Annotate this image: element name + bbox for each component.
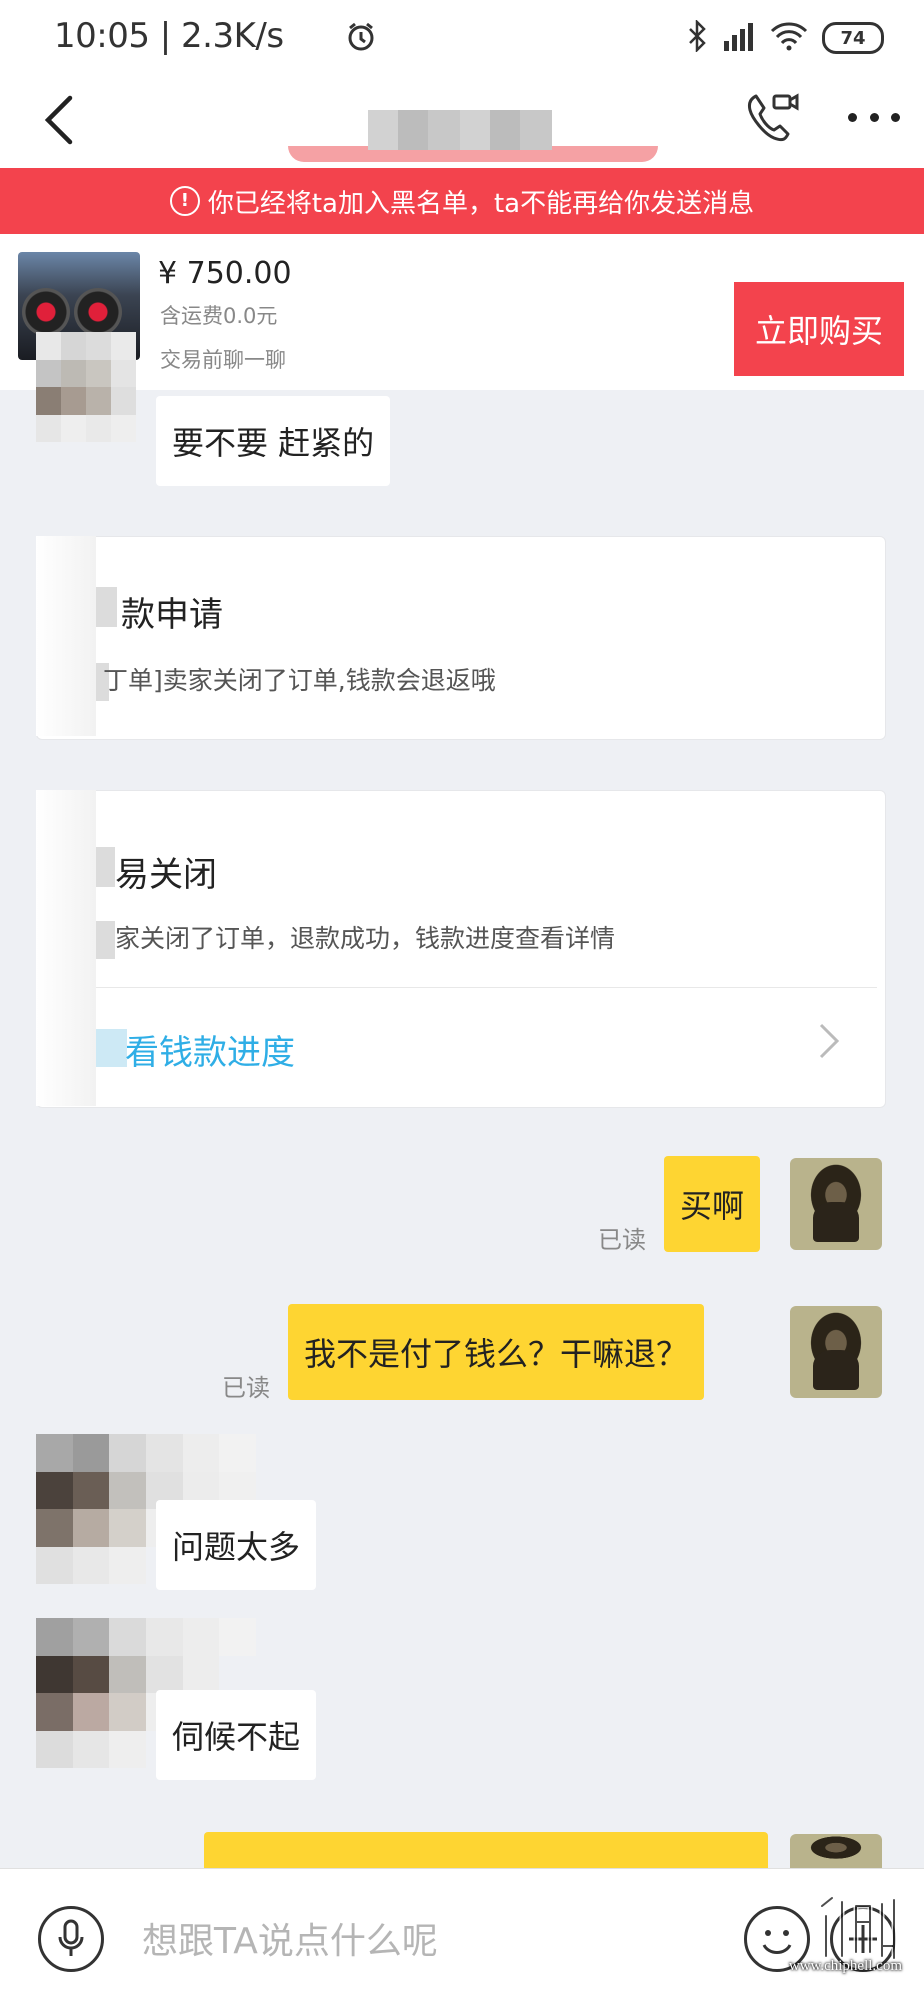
chevron-right-icon[interactable]	[817, 1021, 841, 1070]
dot-icon	[891, 112, 900, 122]
message-text: 要不要 赶紧的	[172, 424, 375, 462]
read-receipt: 已读	[222, 1374, 270, 1402]
chevron-left-icon	[44, 95, 73, 145]
message-bubble[interactable]: 我不是付了钱么？干嘛退？	[288, 1304, 705, 1400]
voice-input-button[interactable]	[38, 1906, 104, 1972]
read-receipt: 已读	[598, 1226, 646, 1254]
status-time: 10:05 | 2.3K/s	[54, 16, 284, 56]
message-text: 买啊	[680, 1187, 745, 1225]
phone-video-icon	[748, 93, 799, 142]
view-refund-progress-link[interactable]: 看钱款进度	[125, 1025, 295, 1074]
contact-name-redacted	[368, 110, 552, 150]
status-icons: 74	[348, 18, 884, 58]
banner-text: 你已经将ta加入黑名单，ta不能再给你发送消息	[207, 188, 755, 219]
wifi-icon	[770, 21, 808, 55]
trade-closed-card[interactable]: 易关闭 家关闭了订单，退款成功，钱款进度查看详情 看钱款进度	[36, 790, 886, 1108]
product-price: ¥ 750.00	[158, 256, 292, 291]
message-bubble[interactable]: 伺候不起	[156, 1690, 317, 1780]
refund-request-card[interactable]: 款申请 丁单]卖家关闭了订单,钱款会退返哦	[36, 536, 886, 740]
message-input[interactable]	[140, 1912, 744, 1970]
back-button[interactable]	[40, 92, 80, 148]
battery-icon: 74	[822, 22, 884, 54]
watermark-text: www.chiphell.com	[788, 1958, 902, 1974]
avatar[interactable]	[36, 332, 136, 442]
message-text: 伺候不起	[172, 1718, 301, 1756]
alarm-icon	[346, 22, 376, 56]
dot-icon	[869, 112, 879, 122]
message-bubble[interactable]: 要不要 赶紧的	[156, 396, 391, 486]
card-title: 款申请	[121, 595, 223, 635]
dot-icon	[848, 112, 857, 122]
blacklist-banner: ! 你已经将ta加入黑名单，ta不能再给你发送消息	[0, 168, 924, 234]
message-text: 我不是付了钱么？干嘛退？	[304, 1335, 689, 1373]
message-text: 问题太多	[172, 1528, 301, 1566]
signal-icon	[722, 21, 756, 55]
message-bubble[interactable]: 问题太多	[156, 1500, 317, 1590]
shipping-fee: 含运费0.0元	[160, 304, 278, 328]
card-title: 易关闭	[115, 855, 217, 895]
message-bubble[interactable]	[204, 1832, 768, 1868]
card-description: 家关闭了订单，退款成功，钱款进度查看详情	[115, 924, 616, 953]
warning-icon: !	[169, 186, 200, 216]
bluetooth-icon	[686, 18, 708, 56]
buy-now-button[interactable]: 立即购买	[734, 282, 904, 376]
more-options-button[interactable]	[848, 100, 900, 134]
call-button[interactable]	[744, 90, 800, 146]
redacted-strip	[36, 790, 96, 1106]
card-divider	[77, 987, 877, 988]
microphone-icon	[58, 1919, 84, 1956]
my-avatar[interactable]	[790, 1834, 882, 1868]
card-description: 丁单]卖家关闭了订单,钱款会退返哦	[103, 666, 496, 695]
chat-before-trade: 交易前聊一聊	[160, 348, 286, 372]
redacted-strip	[36, 536, 96, 736]
message-bubble[interactable]: 买啊	[664, 1156, 761, 1252]
my-avatar[interactable]	[790, 1306, 882, 1398]
my-avatar[interactable]	[790, 1158, 882, 1250]
